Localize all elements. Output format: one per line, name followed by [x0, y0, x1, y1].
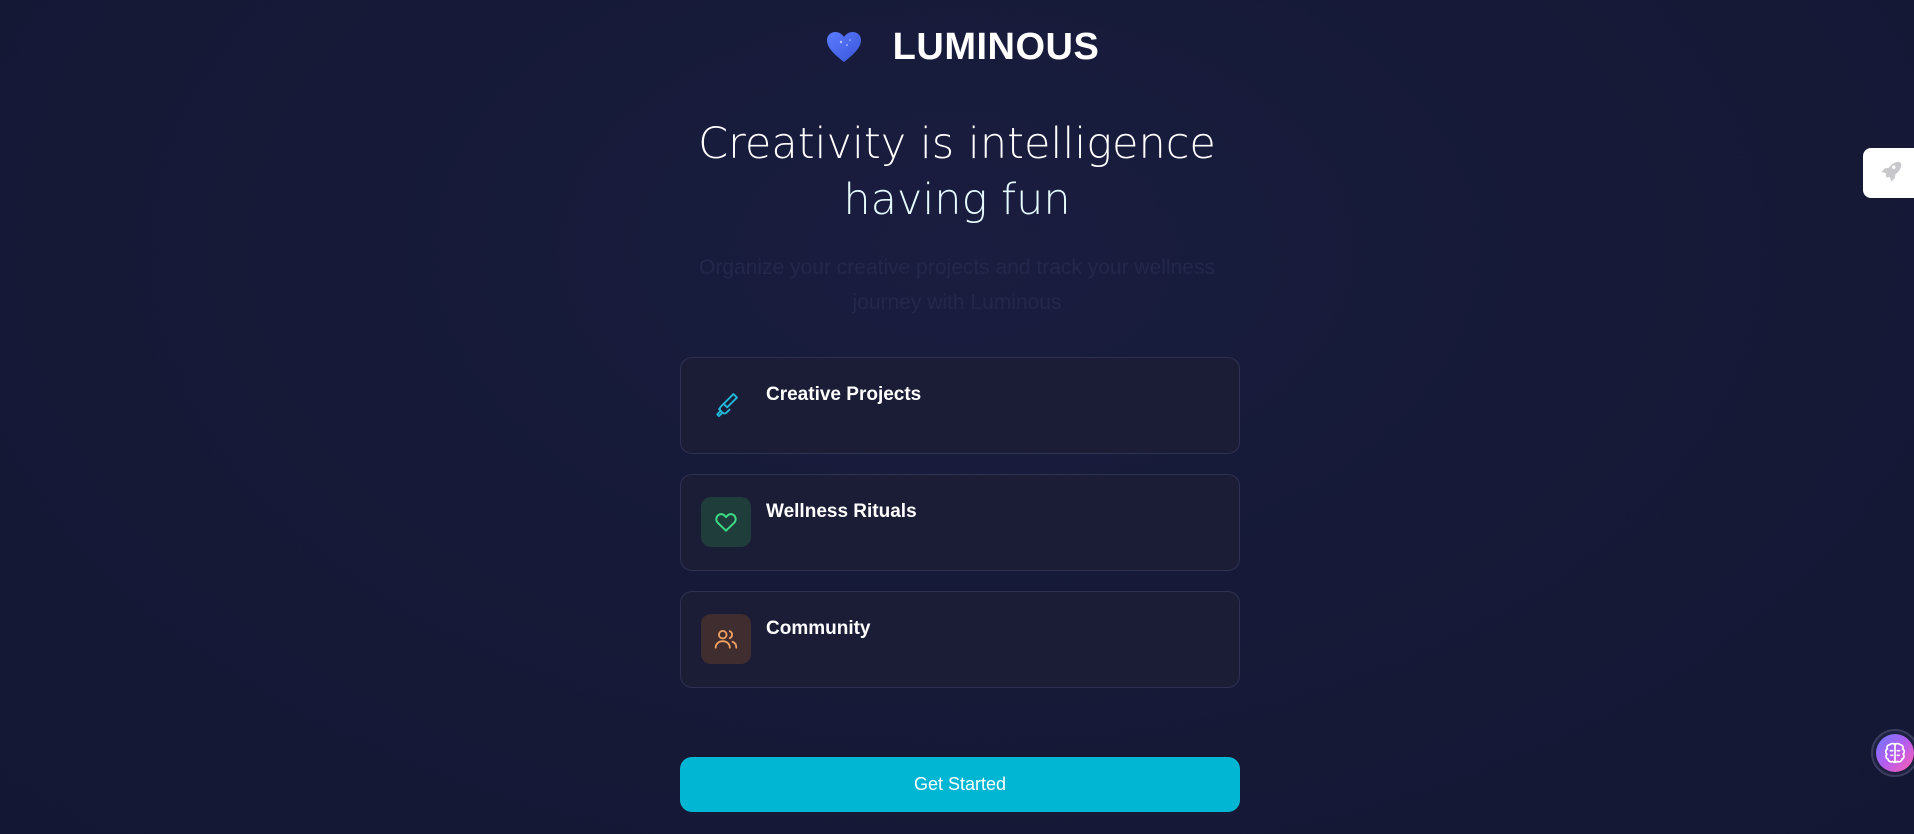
brand[interactable]: LUMINOUS [825, 26, 1100, 69]
heart-icon [701, 497, 751, 547]
headline-line1: Creativity is intelligence [698, 119, 1216, 169]
rocket-icon [1877, 158, 1903, 189]
subtitle: Organize your creative projects and trac… [699, 256, 1215, 314]
brain-icon [1876, 734, 1914, 772]
feature-list: Creative Projects Wellness Rituals Commu… [680, 357, 1240, 708]
get-started-button[interactable]: Get Started [680, 757, 1240, 812]
hero: Creativity is intelligence having fun Or… [0, 116, 1914, 320]
rocket-tab[interactable] [1863, 148, 1914, 198]
headline-line2: having fun [843, 175, 1071, 225]
assistant-button[interactable] [1871, 729, 1914, 777]
heart-logo-icon [825, 30, 863, 64]
feature-card-wellness-rituals[interactable]: Wellness Rituals [680, 474, 1240, 571]
feature-title: Community [766, 618, 871, 639]
headline: Creativity is intelligence having fun [0, 116, 1914, 228]
header: LUMINOUS [0, 22, 1914, 72]
feature-card-creative-projects[interactable]: Creative Projects [680, 357, 1240, 454]
feature-title: Creative Projects [766, 384, 922, 405]
brand-name: LUMINOUS [892, 25, 1100, 68]
users-icon [701, 614, 751, 664]
paintbrush-icon [701, 380, 751, 430]
feature-title: Wellness Rituals [766, 501, 917, 522]
feature-card-community[interactable]: Community [680, 591, 1240, 688]
